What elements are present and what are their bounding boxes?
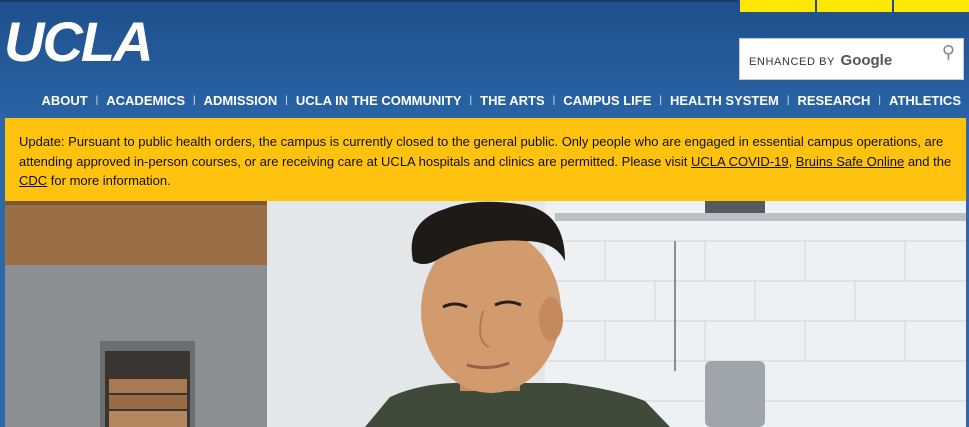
google-brand: Google [840, 52, 893, 69]
nav-item-health-system[interactable]: HEALTH SYSTEM [670, 93, 779, 108]
nav-item-admission[interactable]: ADMISSION [204, 93, 278, 108]
nav-item-arts[interactable]: THE ARTS [480, 93, 545, 108]
alert-text: and the [904, 153, 952, 169]
nav-item-athletics[interactable]: ATHLETICS [889, 93, 961, 108]
alert-text: for more information. [47, 173, 171, 188]
main-nav: ABOUT | ACADEMICS | ADMISSION | UCLA IN … [41, 93, 961, 108]
nav-separator: | [285, 95, 288, 106]
search-icon[interactable]: ⚲ [942, 42, 955, 63]
utility-tab[interactable] [738, 0, 815, 12]
nav-separator: | [193, 95, 196, 106]
alert-text: , [788, 153, 796, 169]
search-box[interactable]: ENHANCED BY Google ⚲ [739, 38, 964, 80]
cdc-link[interactable]: CDC [19, 173, 47, 188]
nav-item-research[interactable]: RESEARCH [797, 93, 870, 108]
bruins-safe-online-link[interactable]: Bruins Safe Online [796, 154, 904, 169]
nav-item-about[interactable]: ABOUT [41, 93, 87, 108]
nav-separator: | [786, 95, 790, 106]
utility-tab[interactable] [892, 0, 969, 12]
nav-item-community[interactable]: UCLA IN THE COMMUNITY [296, 93, 462, 108]
nav-item-academics[interactable]: ACADEMICS [106, 93, 185, 108]
utility-tabs [738, 0, 969, 12]
nav-item-campus-life[interactable]: CAMPUS LIFE [563, 93, 651, 108]
site-header: UCLA ENHANCED BY Google ⚲ ABOUT | ACADEM… [0, 0, 969, 118]
nav-separator: | [469, 95, 473, 106]
nav-separator: | [878, 95, 882, 106]
ucla-covid-link[interactable]: UCLA COVID-19 [691, 154, 789, 169]
covid-alert-banner: Update: Pursuant to public health orders… [5, 118, 966, 201]
hero-image [5, 201, 966, 427]
powered-by-label: ENHANCED BY [749, 56, 835, 68]
utility-tab[interactable] [815, 0, 892, 12]
nav-separator: | [552, 95, 556, 106]
hero-photo-student [5, 201, 966, 427]
ucla-logo[interactable]: UCLA [4, 14, 154, 70]
search-placeholder: ENHANCED BY Google [749, 52, 892, 69]
nav-separator: | [659, 95, 662, 106]
nav-separator: | [95, 95, 99, 106]
